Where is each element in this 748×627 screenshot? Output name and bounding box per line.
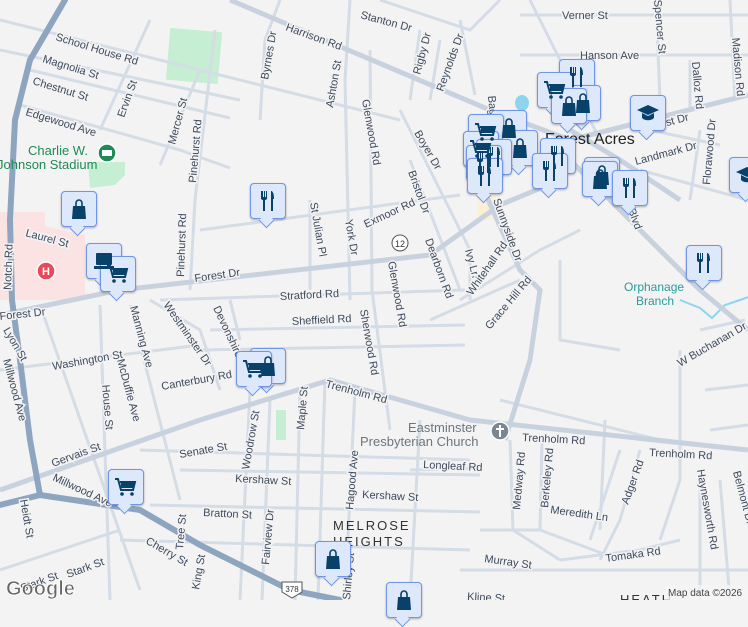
svg-text:378: 378 [285,585,299,594]
street-label: York Dr [342,218,360,256]
school-marker[interactable] [630,95,666,131]
grocery-marker[interactable] [108,469,144,505]
street-label: Madison Rd [729,37,746,97]
route-12-shield: 12 [392,235,408,251]
street-label: Medway Rd [511,451,528,510]
street-label: Glenwood Rd [359,98,382,166]
street-label: Harrison Rd [284,22,343,53]
street-label: Trenholm Rd [324,378,388,406]
library-label: Branch [636,294,674,308]
church-pin-icon[interactable] [491,422,509,440]
school-marker[interactable] [729,157,748,193]
street-label: Haynesworth Rd [694,468,720,550]
shopping-bag-icon [67,197,91,221]
google-logo: Google [6,578,75,600]
stadium-pin-icon[interactable] [98,144,116,162]
hospital-pin-icon[interactable]: H [37,262,55,280]
park-area [276,410,286,440]
street-label: Florawood Dr [701,118,719,185]
street-label: Notch Rd [2,244,16,290]
shopping-cart-icon [242,357,266,381]
street-label: Spencer St [651,0,668,54]
svg-text:Map data ©2026: Map data ©2026 [668,588,743,599]
street-label: Belmont Dr [730,470,748,527]
fork-knife-icon [538,159,562,183]
street-label: Forest Dr [0,306,46,323]
fork-knife-icon [256,189,280,213]
street-label: Sheffield Rd [292,313,352,328]
street-label: Byrnes Dr [259,30,279,81]
street-label: Trenholm Rd [522,432,586,447]
street-label: Canterbury Rd [160,369,233,393]
library-label: Orphanage [624,280,684,294]
svg-text:H: H [42,266,50,278]
church-label: Eastminster [408,420,477,435]
street-label: Stratford Rd [280,288,340,303]
street-label: Landmark Dr [634,140,699,168]
church-label: Presbyterian Church [360,434,479,449]
street-label: Lyon St [0,326,29,364]
street-label: Bratton St [203,507,252,522]
shopping-marker[interactable] [61,191,97,227]
street-label: Magnolia St [41,53,100,81]
street-label: Trenholm Rd [649,447,713,462]
street-label: McDuffie Ave [114,358,142,423]
street-label: Westminster Dr [161,300,214,369]
graduation-cap-icon [735,163,748,187]
street-label: House St [99,384,115,430]
graduation-cap-icon [636,101,660,125]
street-label: Adger Rd [620,458,647,506]
street-label: Chestnut St [31,75,89,103]
street-label: Stanton Dr [359,9,413,34]
street-label: Kline St [467,591,505,600]
shopping-cart-icon [106,262,130,286]
street-label: Tree St [174,514,189,551]
attribution: Map data ©2026 [664,585,748,600]
shopping-marker[interactable] [386,582,422,618]
fork-knife-icon [618,176,642,200]
route-378-shield: 378 [282,582,302,598]
street-label: Hagood Ave [344,450,361,511]
street-label: Heidt St [17,498,36,539]
restaurant-marker[interactable] [612,170,648,206]
grocery-marker[interactable] [100,256,136,292]
shopping-bag-icon [321,547,345,571]
neighborhood-melrose: MELROSE [333,518,411,533]
shopping-bag-icon [508,136,532,160]
shopping-bag-icon [557,94,581,118]
svg-text:12: 12 [395,239,405,249]
stadium-label: Charlie W. [28,143,88,158]
street-label: Maple St [295,386,311,430]
street-label: Fairview Dr [260,508,277,565]
fork-knife-icon [692,251,716,275]
street-label: Rigby Dr [411,31,434,76]
fork-knife-icon [473,164,497,188]
pond [515,95,529,111]
shopping-bag-icon [392,588,416,612]
restaurant-marker[interactable] [250,183,286,219]
map-canvas[interactable]: 12 378 School House Rd Magnolia St Chest… [0,0,748,600]
street-label: Forest Dr [194,267,241,285]
shopping-cart-icon [114,475,138,499]
restaurant-marker[interactable] [686,245,722,281]
shopping-marker[interactable] [315,541,351,577]
shopping-bag-icon [588,167,612,191]
street-label: Manning Ave [127,305,155,369]
street-label: Washington St [51,349,123,373]
stadium-label: Johnson Stadium [0,157,97,172]
street-label: Woodrow St [240,410,262,471]
street-label: Kershaw St [362,489,419,504]
street-label: Pinehurst Rd [175,213,189,277]
street-label: Kershaw St [235,473,292,488]
street-label: Tomaka Rd [605,545,662,565]
street-label: King St [190,554,208,591]
street-label: Grace Hill Rd [483,274,534,332]
street-label: Senate St [178,441,228,461]
street-label: Verner St [562,10,608,22]
street-label: Longleaf Rd [423,459,483,474]
street-label: Ashton St [324,59,344,108]
fork-knife-icon [565,65,589,89]
street-label: Glenwood Rd [385,260,408,328]
